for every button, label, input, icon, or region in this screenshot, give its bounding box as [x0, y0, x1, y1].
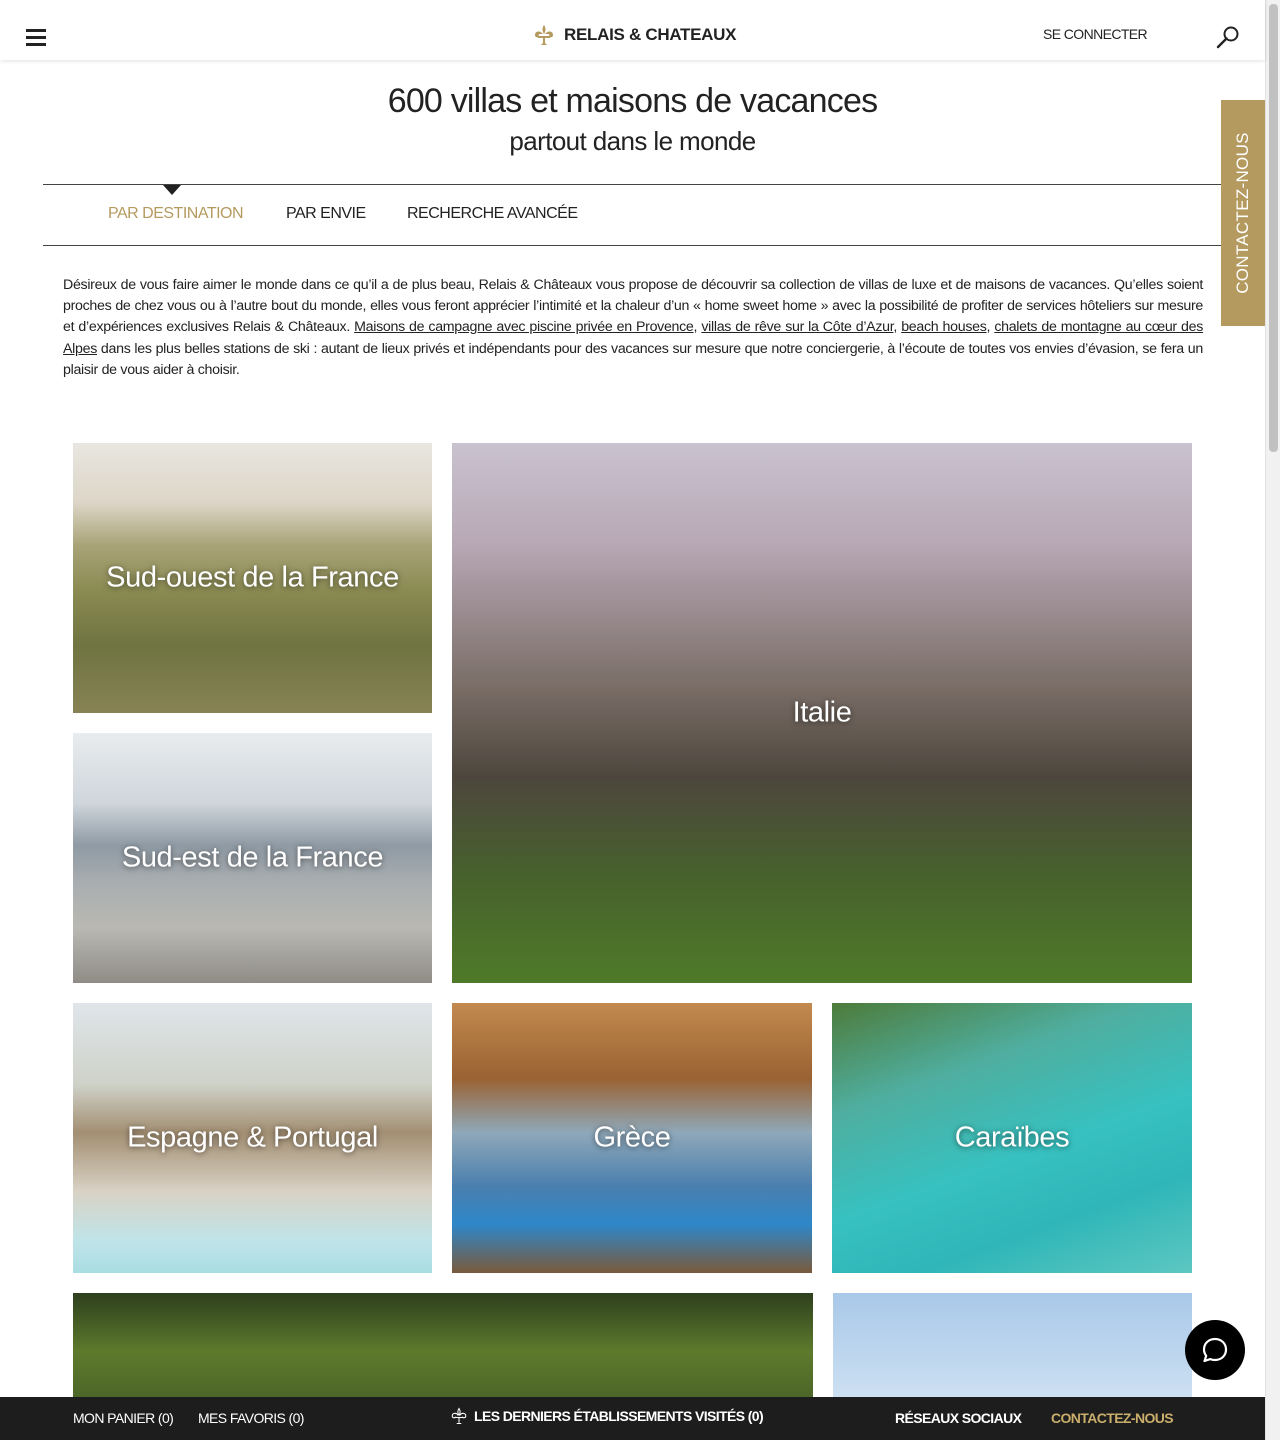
site-header: RELAIS & CHATEAUX SE CONNECTER [0, 0, 1265, 60]
fleur-de-lis-icon [451, 1407, 467, 1425]
link-cote-azur[interactable]: villas de rêve sur la Côte d’Azur [701, 319, 893, 335]
destination-tile-italie[interactable]: Italie [452, 443, 1192, 983]
destination-label: Italie [792, 696, 852, 729]
destination-tile-grece[interactable]: Grèce [452, 1003, 812, 1273]
destination-label: Caraïbes [954, 1121, 1070, 1154]
page-title-block: 600 villas et maisons de vacances partou… [0, 80, 1265, 160]
logo-text: RELAIS & CHATEAUX [564, 25, 737, 44]
side-contact-label: CONTACTEZ-NOUS [1233, 132, 1253, 294]
destination-label: Sud-ouest de la France [106, 561, 399, 594]
cart-link[interactable]: MON PANIER (0) [73, 1410, 174, 1426]
fleur-de-lis-icon [535, 25, 553, 45]
social-networks-link[interactable]: RÉSEAUX SOCIAUX [895, 1410, 1022, 1426]
hamburger-menu-icon[interactable] [26, 29, 46, 46]
favorites-link[interactable]: MES FAVORIS (0) [198, 1410, 304, 1426]
search-tabs: PAR DESTINATION PAR ENVIE RECHERCHE AVAN… [43, 184, 1222, 246]
destination-tile-sud-ouest[interactable]: Sud-ouest de la France [73, 443, 432, 713]
page-subtitle: partout dans le monde [509, 126, 756, 156]
chat-bubble-icon [1202, 1337, 1228, 1363]
recent-establishments-link[interactable]: LES DERNIERS ÉTABLISSEMENTS VISITÉS (0) [450, 1407, 764, 1425]
tab-par-envie[interactable]: PAR ENVIE [286, 205, 366, 223]
page-scrollbar[interactable] [1265, 0, 1280, 1440]
side-contact-tab[interactable]: CONTACTEZ-NOUS [1221, 100, 1265, 326]
destination-tile-espagne-portugal[interactable]: Espagne & Portugal [73, 1003, 432, 1273]
destination-tile-sud-est[interactable]: Sud-est de la France [73, 733, 432, 983]
tab-par-destination[interactable]: PAR DESTINATION [108, 205, 244, 223]
bottom-bar: MON PANIER (0) MES FAVORIS (0) LES DERNI… [0, 1397, 1265, 1440]
sign-in-link[interactable]: SE CONNECTER [1043, 26, 1148, 42]
destination-tile-caraibes[interactable]: Caraïbes [832, 1003, 1192, 1273]
destination-label: Espagne & Portugal [127, 1121, 378, 1154]
search-icon[interactable] [1215, 25, 1241, 51]
destination-label: Sud-est de la France [121, 841, 384, 874]
intro-text-2: dans les plus belles stations de ski : a… [63, 340, 1203, 378]
recent-establishments-label: LES DERNIERS ÉTABLISSEMENTS VISITÉS (0) [474, 1408, 764, 1424]
destination-label: Grèce [593, 1121, 671, 1154]
tab-recherche-avancee[interactable]: RECHERCHE AVANCÉE [407, 205, 578, 223]
link-provence[interactable]: Maisons de campagne avec piscine privée … [354, 319, 694, 335]
active-tab-caret [163, 185, 181, 195]
contact-link[interactable]: CONTACTEZ-NOUS [1051, 1410, 1174, 1426]
scrollbar-thumb[interactable] [1269, 4, 1278, 452]
chat-button[interactable] [1185, 1320, 1245, 1380]
intro-paragraph: Désireux de vous faire aimer le monde da… [63, 275, 1203, 381]
site-logo[interactable]: RELAIS & CHATEAUX [532, 22, 736, 48]
link-beach-houses[interactable]: beach houses [901, 319, 987, 335]
page-title: 600 villas et maisons de vacances [387, 82, 878, 120]
